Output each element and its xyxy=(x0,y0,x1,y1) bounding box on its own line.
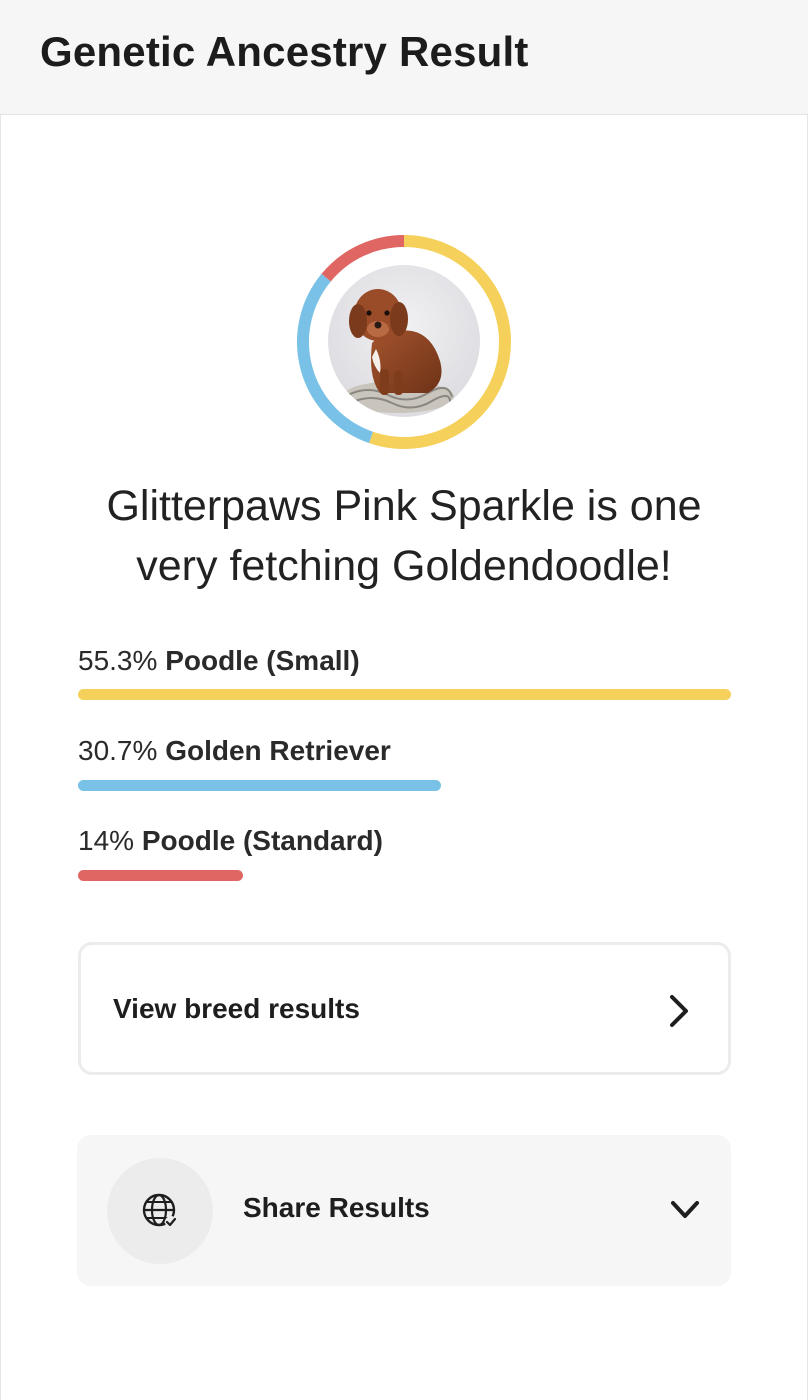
breed-row-poodle-standard: 14% Poodle (Standard) xyxy=(78,825,732,881)
headline-line-1: Glitterpaws Pink Sparkle is one xyxy=(106,482,702,530)
breed-percent: 14% xyxy=(78,825,135,856)
globe-share-icon xyxy=(142,1193,177,1228)
breed-name: Poodle (Standard) xyxy=(141,825,383,856)
share-results-label: Share Results xyxy=(243,1192,430,1223)
view-breed-results-button[interactable]: View breed results xyxy=(78,942,731,1075)
app-header: Genetic Ancestry Result xyxy=(0,0,808,115)
breed-bar xyxy=(78,689,731,700)
breed-bar xyxy=(78,870,244,881)
headline-line-2: very fetching Goldendoodle! xyxy=(136,542,672,590)
dog-photo xyxy=(328,265,480,417)
share-icon-badge xyxy=(107,1158,213,1264)
breed-bar xyxy=(78,780,441,791)
chevron-right-icon xyxy=(670,995,688,1027)
breed-row-poodle-small: 55.3% Poodle (Small) xyxy=(78,645,732,700)
breed-name: Golden Retriever xyxy=(165,735,391,766)
breed-percent: 55.3% xyxy=(78,645,158,676)
page-title: Genetic Ancestry Result xyxy=(40,28,529,75)
result-headline: Glitterpaws Pink Sparkle is one very fet… xyxy=(40,476,768,596)
chevron-down-icon xyxy=(671,1201,699,1218)
breed-percent: 30.7% xyxy=(78,735,158,766)
view-breed-results-label: View breed results xyxy=(113,993,360,1024)
share-results-toggle[interactable]: Share Results xyxy=(77,1135,731,1286)
breed-row-golden-retriever: 30.7% Golden Retriever xyxy=(78,735,732,791)
breed-name: Poodle (Small) xyxy=(165,645,360,676)
